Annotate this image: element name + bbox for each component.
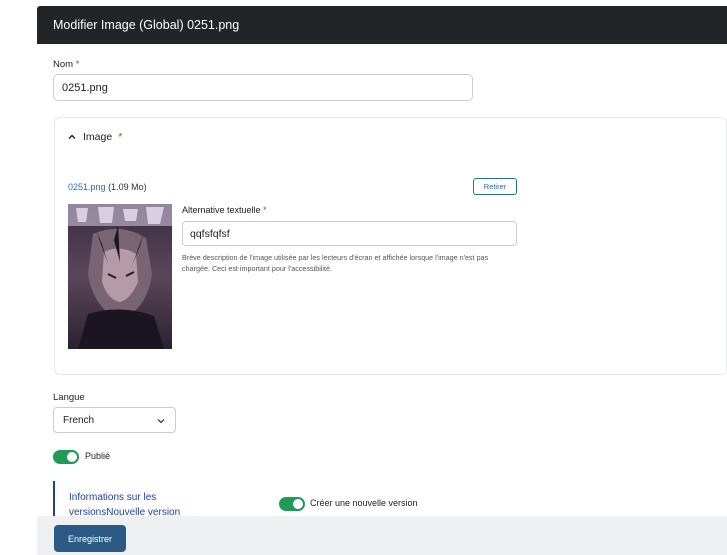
langue-label: Langue bbox=[53, 392, 85, 403]
publie-toggle[interactable] bbox=[53, 450, 79, 464]
new-version-label: Créer une nouvelle version bbox=[310, 498, 418, 508]
nom-label-text: Nom bbox=[53, 59, 74, 70]
modal-footer bbox=[37, 516, 727, 555]
image-section-toggle[interactable]: Image * bbox=[67, 131, 122, 143]
alt-text-help: Brève description de l'image utilisée pa… bbox=[182, 253, 489, 273]
toggle-knob bbox=[67, 452, 77, 462]
thumbnail-artwork bbox=[68, 204, 172, 349]
nom-label: Nom * bbox=[53, 59, 79, 70]
publie-label: Publié bbox=[85, 451, 111, 461]
modal-title: Modifier Image (Global) 0251.png bbox=[37, 6, 727, 44]
toggle-knob bbox=[293, 499, 303, 509]
file-info: 0251.png (1.09 Mo) bbox=[68, 182, 147, 192]
alt-text-label: Alternative textuelle * bbox=[182, 205, 267, 215]
edit-image-modal: Modifier Image (Global) 0251.png Nom * I… bbox=[37, 6, 727, 555]
alt-text-label-text: Alternative textuelle bbox=[182, 205, 261, 215]
required-mark: * bbox=[263, 205, 267, 215]
required-mark: * bbox=[75, 59, 80, 70]
chevron-up-icon bbox=[68, 134, 76, 139]
file-link[interactable]: 0251.png bbox=[68, 182, 106, 192]
file-size: (1.09 Mo) bbox=[108, 182, 147, 192]
image-section-legend: Image bbox=[83, 131, 113, 143]
alt-text-input[interactable] bbox=[182, 221, 517, 246]
langue-selected-value: French bbox=[63, 415, 95, 426]
remove-button[interactable]: Retirer bbox=[473, 178, 517, 195]
required-mark: * bbox=[118, 131, 123, 143]
nom-input[interactable] bbox=[53, 74, 473, 101]
save-button[interactable]: Enregistrer bbox=[54, 525, 126, 552]
chevron-down-icon bbox=[157, 419, 165, 424]
image-thumbnail bbox=[68, 204, 172, 349]
new-version-toggle[interactable] bbox=[279, 497, 305, 511]
image-fieldset: Image * 0251.png (1.09 Mo) Retirer Alter… bbox=[54, 117, 727, 375]
langue-select[interactable]: French bbox=[53, 407, 176, 433]
